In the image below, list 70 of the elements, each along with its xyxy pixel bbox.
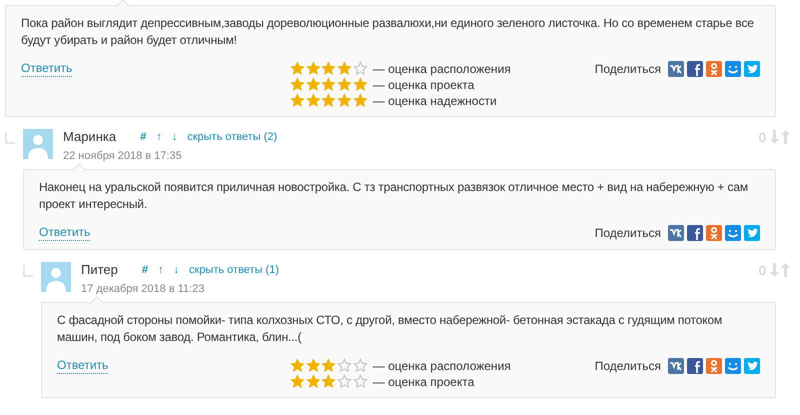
share-label: Поделиться [594, 62, 661, 76]
avatar [41, 262, 71, 292]
star-icon [321, 77, 336, 92]
vk-icon[interactable] [668, 61, 684, 77]
star-icon [337, 93, 352, 108]
star-icon [337, 77, 352, 92]
smiley-icon[interactable] [725, 358, 741, 374]
vk-icon[interactable] [668, 225, 684, 241]
comment-text: Наконец на уральской появится приличная новостройка. С тз транспортных развязок отличное место + вид на набережную + сам проект интересный. [39, 179, 749, 213]
star-icon [321, 374, 336, 389]
star-icon [321, 358, 336, 373]
star-icon [290, 61, 305, 76]
star-icon [321, 61, 336, 76]
star-icon [290, 93, 305, 108]
parent-link[interactable]: ↑ [156, 130, 162, 142]
star-icon [321, 93, 336, 108]
star-icon [352, 77, 368, 92]
facebook-icon[interactable] [687, 61, 703, 77]
facebook-icon[interactable] [687, 358, 703, 374]
star-icon [352, 358, 368, 373]
facebook-icon[interactable] [687, 225, 703, 241]
rating-label: — оценка проекта [372, 78, 476, 92]
reply-link[interactable]: Ответить [21, 61, 72, 77]
reply-corner-icon [23, 265, 33, 277]
star-icon [306, 61, 320, 76]
reply-link[interactable]: Ответить [39, 225, 90, 241]
bird-icon[interactable] [744, 61, 760, 77]
star-icon [306, 77, 320, 92]
comment-text: С фасадной стороны помойки- типа колхозных СТО, с другой, вместо набережной- бетонная эстакада с гудящим потоком машин, под боком завод. Романтика, блин...( [57, 312, 724, 346]
star-icon [290, 374, 305, 389]
rating-label: — оценка надежности [372, 94, 498, 108]
person-icon[interactable] [706, 225, 722, 241]
smiley-icon[interactable] [725, 225, 741, 241]
star-icon [352, 93, 368, 108]
reply-link[interactable]: Ответить [57, 358, 108, 374]
author-name: Маринка [63, 129, 116, 144]
comment-text: Пока район выглядит депрессивным,заводы дореволюционные развалюхи,ни единого зеленого листочка. Но со временем старье все будут убирать и район будет отличным! [21, 15, 755, 49]
parent-link[interactable]: ↑ [158, 264, 164, 276]
person-icon[interactable] [706, 358, 722, 374]
bird-icon[interactable] [744, 225, 760, 241]
rating-label: — оценка расположения [372, 62, 512, 76]
share-label: Поделиться [594, 359, 661, 373]
comment-date: 22 ноября 2018 в 17:35 [63, 150, 183, 162]
share-label: Поделиться [594, 226, 661, 240]
person-icon[interactable] [706, 61, 722, 77]
reply-corner-icon [5, 132, 15, 144]
star-icon [306, 374, 320, 389]
hide-replies-link[interactable]: скрыть ответы (1) [189, 264, 279, 276]
next-link[interactable]: ↓ [172, 130, 178, 142]
star-icon [337, 374, 352, 389]
bird-icon[interactable] [744, 358, 760, 374]
star-icon [337, 61, 352, 76]
avatar [23, 129, 53, 159]
smiley-icon[interactable] [725, 61, 741, 77]
next-link[interactable]: ↓ [174, 264, 179, 276]
hide-replies-link[interactable]: скрыть ответы (2) [187, 130, 278, 142]
star-icon [290, 358, 305, 373]
star-icon [306, 358, 320, 373]
star-icon [290, 77, 305, 92]
author-name: Питер [81, 262, 118, 277]
comment-date: 17 декабря 2018 в 11:23 [81, 283, 206, 295]
rating-label: — оценка расположения [372, 358, 512, 372]
permalink[interactable]: # [142, 264, 148, 276]
rating-label: — оценка проекта [372, 374, 476, 388]
vk-icon[interactable] [668, 358, 684, 374]
star-icon [306, 93, 320, 108]
star-icon [352, 374, 368, 389]
star-icon [337, 358, 352, 373]
permalink[interactable]: # [140, 130, 146, 142]
star-icon [352, 61, 368, 76]
